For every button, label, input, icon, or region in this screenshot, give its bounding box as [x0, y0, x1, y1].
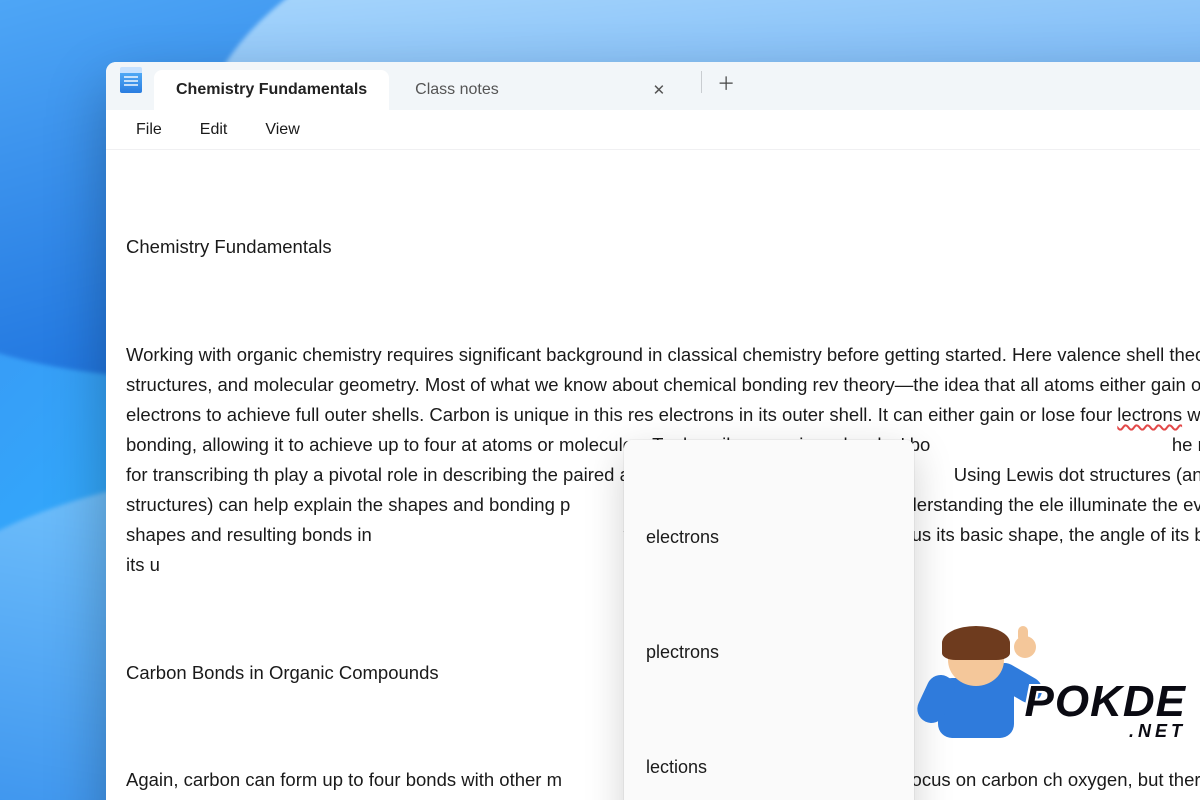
watermark-brand: POKDE — [1025, 677, 1186, 726]
misspelled-word[interactable]: lectrons — [1117, 404, 1182, 425]
new-tab-button[interactable]: ＋ — [710, 67, 742, 99]
spell-suggestion[interactable]: electrons — [624, 510, 914, 565]
spell-suggestion[interactable]: lections — [624, 740, 914, 795]
tab-separator — [701, 71, 702, 93]
tab-label: Class notes — [415, 81, 499, 99]
text-run: Working with organic chemistry requires … — [126, 344, 1200, 425]
notepad-app-icon — [120, 67, 142, 93]
menubar: File Edit View — [106, 110, 1200, 150]
menu-view[interactable]: View — [247, 115, 317, 145]
spell-suggestion[interactable]: plectrons — [624, 625, 914, 680]
mascot-illustration — [920, 626, 1030, 756]
titlebar: Chemistry Fundamentals Class notes ✕ ＋ — [106, 62, 1200, 110]
tab-chemistry-fundamentals[interactable]: Chemistry Fundamentals — [154, 70, 389, 110]
close-tab-icon[interactable]: ✕ — [647, 77, 672, 103]
document-title: Chemistry Fundamentals — [126, 232, 1200, 262]
tab-class-notes[interactable]: Class notes ✕ — [393, 70, 693, 110]
watermark: POKDE .NET — [1025, 677, 1186, 742]
menu-edit[interactable]: Edit — [182, 115, 246, 145]
spellcheck-suggestions-popup: electrons plectrons lections lectors ele… — [624, 440, 914, 800]
menu-file[interactable]: File — [118, 115, 180, 145]
tab-label: Chemistry Fundamentals — [176, 81, 367, 99]
